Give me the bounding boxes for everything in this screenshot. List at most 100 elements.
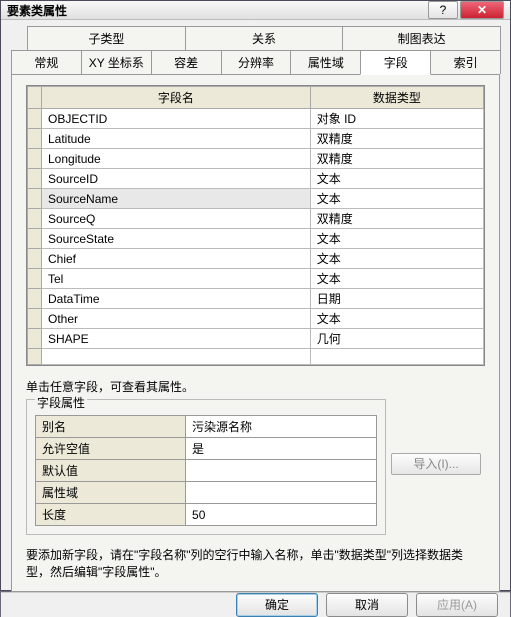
row-header[interactable] bbox=[28, 309, 42, 329]
close-button[interactable]: ✕ bbox=[460, 1, 504, 19]
cell-field-name[interactable]: Chief bbox=[42, 249, 311, 269]
cell-field-name[interactable]: SHAPE bbox=[42, 329, 311, 349]
table-row[interactable]: SourceID文本 bbox=[28, 169, 484, 189]
cell-field-name[interactable]: Longitude bbox=[42, 149, 311, 169]
table-row[interactable]: SourceName文本 bbox=[28, 189, 484, 209]
cell-data-type[interactable]: 文本 bbox=[310, 309, 483, 329]
row-header[interactable] bbox=[28, 209, 42, 229]
col-field-name[interactable]: 字段名 bbox=[42, 87, 311, 109]
cell-data-type[interactable]: 文本 bbox=[310, 249, 483, 269]
row-header[interactable] bbox=[28, 289, 42, 309]
tab-子类型[interactable]: 子类型 bbox=[27, 26, 186, 50]
table-row[interactable]: Other文本 bbox=[28, 309, 484, 329]
property-row[interactable]: 属性域 bbox=[36, 482, 377, 504]
property-key: 允许空值 bbox=[36, 438, 186, 460]
instruction-text: 单击任意字段，可查看其属性。 bbox=[26, 378, 485, 395]
col-data-type[interactable]: 数据类型 bbox=[310, 87, 483, 109]
table-row[interactable]: SourceState文本 bbox=[28, 229, 484, 249]
row-header[interactable] bbox=[28, 249, 42, 269]
cell-data-type[interactable]: 文本 bbox=[310, 189, 483, 209]
cell-field-name[interactable]: SourceState bbox=[42, 229, 311, 249]
property-key: 别名 bbox=[36, 416, 186, 438]
cell-data-type[interactable]: 文本 bbox=[310, 269, 483, 289]
row-header-col bbox=[28, 87, 42, 109]
cell-field-name[interactable]: Latitude bbox=[42, 129, 311, 149]
tab-分辨率[interactable]: 分辨率 bbox=[221, 50, 292, 74]
cell-field-name[interactable]: SourceName bbox=[42, 189, 311, 209]
table-row[interactable]: Tel文本 bbox=[28, 269, 484, 289]
property-value[interactable]: 是 bbox=[186, 438, 377, 460]
property-key: 默认值 bbox=[36, 460, 186, 482]
field-properties-table[interactable]: 别名污染源名称允许空值是默认值属性域长度50 bbox=[35, 415, 377, 526]
row-header[interactable] bbox=[28, 329, 42, 349]
tab-制图表达[interactable]: 制图表达 bbox=[342, 26, 501, 50]
help-button[interactable]: ? bbox=[428, 1, 458, 19]
tab-索引[interactable]: 索引 bbox=[430, 50, 501, 74]
table-row[interactable]: SHAPE几何 bbox=[28, 329, 484, 349]
tab-属性域[interactable]: 属性域 bbox=[290, 50, 361, 74]
row-header[interactable] bbox=[28, 109, 42, 129]
tab-XY 坐标系[interactable]: XY 坐标系 bbox=[81, 50, 152, 74]
row-header[interactable] bbox=[28, 269, 42, 289]
hint-text: 要添加新字段，请在"字段名称"列的空行中输入名称，单击"数据类型"列选择数据类型… bbox=[26, 547, 466, 581]
cell-field-name[interactable]: DataTime bbox=[42, 289, 311, 309]
dialog-buttons: 确定 取消 应用(A) bbox=[1, 592, 510, 617]
cell-field-name[interactable]: OBJECTID bbox=[42, 109, 311, 129]
property-row[interactable]: 默认值 bbox=[36, 460, 377, 482]
cell-field-name[interactable]: SourceID bbox=[42, 169, 311, 189]
cancel-button[interactable]: 取消 bbox=[326, 593, 408, 617]
cell-field-name[interactable]: SourceQ bbox=[42, 209, 311, 229]
tabs-row-upper: 子类型关系制图表达 bbox=[27, 26, 500, 50]
property-key: 属性域 bbox=[36, 482, 186, 504]
property-value[interactable]: 污染源名称 bbox=[186, 416, 377, 438]
cell-data-type[interactable]: 文本 bbox=[310, 229, 483, 249]
cell-data-type[interactable] bbox=[310, 349, 483, 365]
cell-field-name[interactable]: Tel bbox=[42, 269, 311, 289]
cell-data-type[interactable]: 日期 bbox=[310, 289, 483, 309]
content-area: 子类型关系制图表达 常规XY 坐标系容差分辨率属性域字段索引 字段名 数据类型 … bbox=[1, 20, 510, 592]
row-header[interactable] bbox=[28, 169, 42, 189]
row-header[interactable] bbox=[28, 349, 42, 365]
table-row[interactable] bbox=[28, 349, 484, 365]
tab-panel-fields: 字段名 数据类型 OBJECTID对象 IDLatitude双精度Longitu… bbox=[11, 74, 500, 592]
fields-grid[interactable]: 字段名 数据类型 OBJECTID对象 IDLatitude双精度Longitu… bbox=[26, 85, 485, 366]
tabs-row-lower: 常规XY 坐标系容差分辨率属性域字段索引 bbox=[11, 50, 500, 74]
property-row[interactable]: 别名污染源名称 bbox=[36, 416, 377, 438]
import-button[interactable]: 导入(I)... bbox=[391, 453, 481, 475]
cell-data-type[interactable]: 双精度 bbox=[310, 129, 483, 149]
cell-data-type[interactable]: 双精度 bbox=[310, 149, 483, 169]
table-row[interactable]: Longitude双精度 bbox=[28, 149, 484, 169]
row-header[interactable] bbox=[28, 149, 42, 169]
table-row[interactable]: Latitude双精度 bbox=[28, 129, 484, 149]
table-row[interactable]: OBJECTID对象 ID bbox=[28, 109, 484, 129]
property-value[interactable] bbox=[186, 482, 377, 504]
row-header[interactable] bbox=[28, 189, 42, 209]
table-row[interactable]: DataTime日期 bbox=[28, 289, 484, 309]
cell-field-name[interactable] bbox=[42, 349, 311, 365]
tab-常规[interactable]: 常规 bbox=[11, 50, 82, 74]
ok-button[interactable]: 确定 bbox=[236, 593, 318, 617]
row-header[interactable] bbox=[28, 229, 42, 249]
cell-data-type[interactable]: 对象 ID bbox=[310, 109, 483, 129]
field-properties-label: 字段属性 bbox=[35, 394, 87, 411]
tab-关系[interactable]: 关系 bbox=[185, 26, 344, 50]
window-title: 要素类属性 bbox=[7, 2, 426, 19]
property-row[interactable]: 允许空值是 bbox=[36, 438, 377, 460]
table-row[interactable]: Chief文本 bbox=[28, 249, 484, 269]
apply-button[interactable]: 应用(A) bbox=[416, 593, 498, 617]
table-row[interactable]: SourceQ双精度 bbox=[28, 209, 484, 229]
property-key: 长度 bbox=[36, 504, 186, 526]
tab-字段[interactable]: 字段 bbox=[360, 50, 431, 75]
cell-field-name[interactable]: Other bbox=[42, 309, 311, 329]
property-value[interactable]: 50 bbox=[186, 504, 377, 526]
cell-data-type[interactable]: 几何 bbox=[310, 329, 483, 349]
cell-data-type[interactable]: 文本 bbox=[310, 169, 483, 189]
property-row[interactable]: 长度50 bbox=[36, 504, 377, 526]
dialog-window: 要素类属性 ? ✕ 子类型关系制图表达 常规XY 坐标系容差分辨率属性域字段索引… bbox=[0, 0, 511, 591]
property-value[interactable] bbox=[186, 460, 377, 482]
tab-容差[interactable]: 容差 bbox=[151, 50, 222, 74]
field-properties-group: 字段属性 别名污染源名称允许空值是默认值属性域长度50 bbox=[26, 399, 386, 535]
titlebar: 要素类属性 ? ✕ bbox=[1, 1, 510, 20]
cell-data-type[interactable]: 双精度 bbox=[310, 209, 483, 229]
row-header[interactable] bbox=[28, 129, 42, 149]
